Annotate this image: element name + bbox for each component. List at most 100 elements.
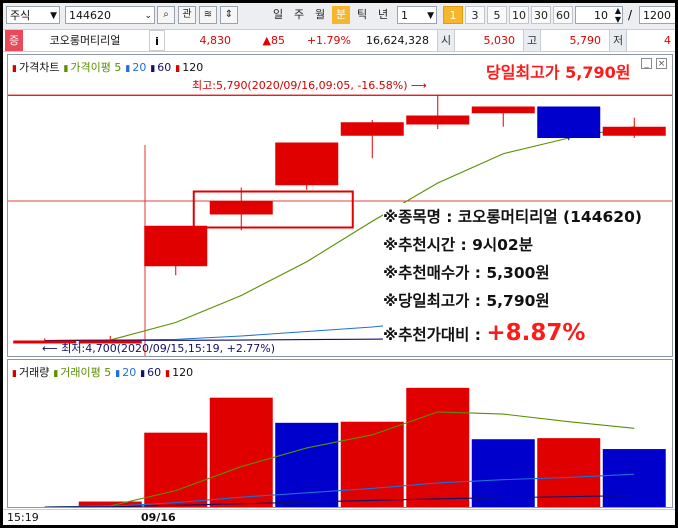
low-price: 4 — [664, 34, 671, 47]
legend-label: 거래량 — [18, 366, 50, 379]
volume-bar — [209, 397, 273, 507]
volume-pane[interactable]: ▮ 거래량 ▮ 거래이평 5 ▮ 20 ▮ 60 ▮ 120 — [7, 359, 673, 508]
close-icon[interactable]: × — [656, 58, 667, 69]
quote-bar: 증 코오롱머티리얼 i 4,830 ▲85 +1.79% 16,624,328 … — [3, 30, 675, 52]
volume-bar — [406, 387, 470, 507]
legend-label: 60 — [157, 61, 172, 74]
count-separator: / — [628, 8, 633, 22]
legend-item: ▮ 120 — [165, 366, 195, 379]
high-price: 5,790 — [569, 34, 602, 47]
candle-body — [340, 122, 404, 136]
open-price: 5,030 — [483, 34, 516, 47]
minute-preset-button[interactable]: 30 — [531, 6, 551, 24]
legend-label: 20 — [122, 366, 137, 379]
link-button[interactable]: ≋ — [199, 6, 217, 24]
arrow-right-icon: ⟶ — [411, 79, 427, 92]
legend-item: ▮ 거래량 — [12, 366, 51, 379]
legend-marker-icon: ▮ — [115, 369, 121, 379]
minute-preset-button[interactable]: 10 — [509, 6, 529, 24]
total-count: 1200 — [639, 6, 675, 24]
volume-value: 16,624,328 — [366, 34, 429, 47]
watchlist-button[interactable]: 관 — [178, 6, 196, 24]
legend-label: 20 — [132, 61, 147, 74]
legend-marker-icon: ▮ — [12, 369, 17, 379]
legend-marker-icon: ▮ — [165, 369, 171, 379]
legend-item: ▮ 가격이평 5 — [63, 61, 123, 74]
market-badge: 증 — [5, 30, 23, 51]
period-tab[interactable]: 틱 — [353, 6, 371, 24]
toolbar: 주식 ▼ 144620 ⌄ ⌕ 관 ≋ ⇕ 일주월분틱년 1 ▼ 1 3 5 10 30… — [3, 3, 675, 30]
period-tab[interactable]: 월 — [311, 6, 329, 24]
candle-body — [275, 142, 339, 186]
note-stock-name: ※종목명 : 코오롱머티리얼 (144620) — [383, 208, 642, 226]
candle-body — [471, 106, 535, 114]
minute-preset-button[interactable]: 3 — [465, 6, 485, 24]
high-label: 고 — [523, 30, 541, 51]
volume-chart — [44, 387, 666, 507]
market-select[interactable]: 주식 ▼ — [6, 6, 60, 24]
high-annotation: 최고:5,790(2020/09/16,09:05, -16.58%) ⟶ — [192, 77, 427, 93]
legend-label: 거래이평 5 — [60, 366, 112, 379]
legend-marker-icon: ▮ — [63, 64, 69, 74]
note-day-high: ※당일최고가 : 5,790원 — [383, 292, 550, 310]
open-label: 시 — [437, 30, 455, 51]
legend-item: ▮ 20 — [125, 61, 148, 74]
candle-body — [406, 115, 470, 125]
note-buy-price: ※추천매수가 : 5,300원 — [383, 264, 550, 282]
candle-body — [209, 201, 273, 215]
headline: 당일최고가 5,790원 — [486, 63, 631, 82]
interval-select[interactable]: 1 ▼ — [397, 6, 437, 24]
count-input[interactable]: 10 ▲ ▼ — [575, 6, 623, 24]
low-label: 저 — [609, 30, 627, 51]
chart-window: 주식 ▼ 144620 ⌄ ⌕ 관 ≋ ⇕ 일주월분틱년 1 ▼ 1 3 5 10 30… — [3, 3, 675, 525]
x-axis-left-time: 15:19 — [7, 511, 39, 524]
legend-marker-icon: ▮ — [175, 64, 181, 74]
search-button[interactable]: ⌕ — [157, 6, 175, 24]
code-input[interactable]: 144620 ⌄ — [65, 6, 155, 24]
x-axis-date: 09/16 — [141, 511, 176, 524]
arrow-left-icon: ⟵ — [42, 342, 58, 355]
price-change: ▲85 — [262, 34, 285, 47]
legend-marker-icon: ▮ — [125, 64, 131, 74]
volume-bar — [602, 449, 666, 507]
candle-body — [537, 106, 601, 138]
period-tab[interactable]: 년 — [374, 6, 392, 24]
period-tab[interactable]: 일 — [269, 6, 287, 24]
period-tab[interactable]: 분 — [332, 6, 350, 24]
chevron-down-icon: ⌄ — [144, 11, 152, 21]
legend-label: 가격차트 — [18, 61, 60, 74]
note-time: ※추천시간 : 9시02분 — [383, 236, 533, 254]
spinner-icon: ▲ ▼ — [614, 6, 621, 24]
legend-item: ▮ 거래이평 5 — [53, 366, 113, 379]
interval-value: 1 — [401, 9, 408, 22]
legend-marker-icon: ▮ — [150, 64, 156, 74]
volume-legend: ▮ 거래량 ▮ 거래이평 5 ▮ 20 ▮ 60 ▮ 120 — [12, 364, 197, 380]
stock-name[interactable]: 코오롱머티리얼 — [25, 30, 145, 51]
minute-preset-button[interactable]: 1 — [443, 6, 463, 24]
chevron-down-icon: ▼ — [427, 11, 434, 21]
note-return: ※추천가대비 : +8.87% — [383, 319, 642, 349]
market-select-value: 주식 — [10, 9, 31, 22]
legend-item: ▮ 120 — [175, 61, 205, 74]
legend-marker-icon: ▮ — [12, 64, 17, 74]
info-button[interactable]: i — [149, 30, 165, 51]
chevron-down-icon: ▼ — [50, 11, 57, 21]
high-annotation-text: 최고:5,790(2020/09/16,09:05, -16.58%) — [192, 79, 408, 92]
minute-preset-button[interactable]: 5 — [487, 6, 507, 24]
minimize-icon[interactable]: _ — [641, 58, 652, 69]
candle-body — [602, 126, 666, 136]
x-axis: 15:19 09/16 — [3, 509, 675, 525]
legend-marker-icon: ▮ — [140, 369, 146, 379]
low-annotation: ⟵ 최저:4,700(2020/09/15,15:19, +2.77%) — [42, 340, 275, 356]
legend-item: ▮ 60 — [140, 366, 163, 379]
search-icon: ⌕ — [163, 9, 169, 20]
legend-item: ▮ 가격차트 — [12, 61, 61, 74]
period-tab[interactable]: 주 — [290, 6, 308, 24]
legend-item: ▮ 60 — [150, 61, 173, 74]
up-down-icon: ⇕ — [224, 9, 234, 20]
link-icon: ≋ — [203, 9, 213, 20]
minute-preset-button[interactable]: 60 — [553, 6, 573, 24]
change-percent: +1.79% — [306, 34, 351, 47]
legend-item: ▮ 20 — [115, 366, 138, 379]
updown-button[interactable]: ⇕ — [220, 6, 238, 24]
